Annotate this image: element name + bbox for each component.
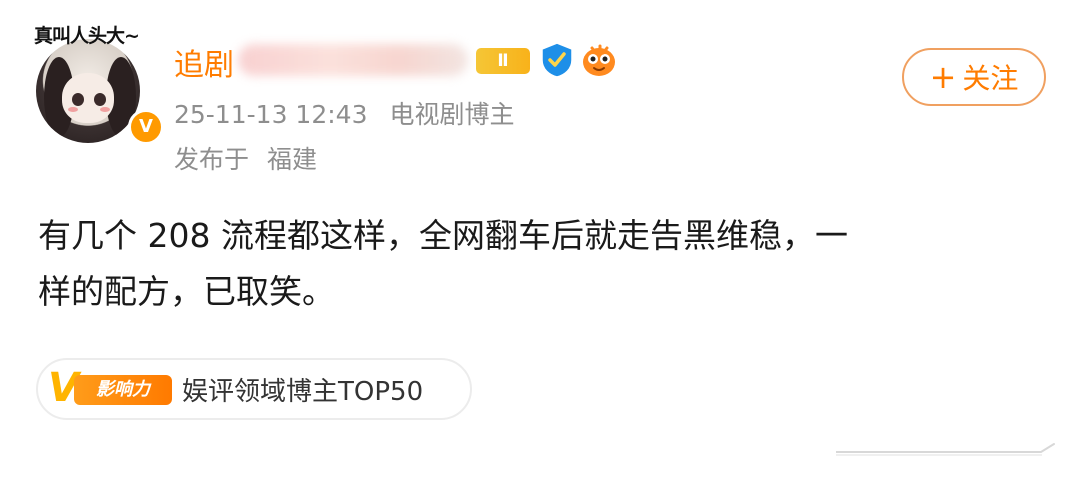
follow-label: 关注 [962, 62, 1019, 95]
verified-icon: V [128, 109, 164, 145]
influence-badge-chip[interactable]: V 影响力 娱评领域博主TOP50 [36, 358, 472, 420]
redacted-name-blur [238, 44, 468, 76]
watermark-line [836, 443, 1055, 456]
influence-badge: V 影响力 [48, 365, 172, 411]
avatar-eye [94, 93, 106, 106]
shield-icon[interactable] [540, 42, 574, 78]
avatar-face [62, 73, 114, 123]
post-meta: 25-11-13 12:43 电视剧博主 [174, 95, 528, 131]
avatar[interactable] [36, 39, 140, 143]
plus-icon: + [929, 58, 957, 96]
post-timestamp: 25-11-13 12:43 [174, 100, 368, 129]
level-badge[interactable]: Ⅱ [476, 48, 530, 74]
fish-icon[interactable] [580, 44, 618, 78]
avatar-eye [72, 93, 84, 106]
location-prefix: 发布于 [174, 145, 250, 174]
influence-rank-text: 娱评领域博主TOP50 [182, 376, 424, 407]
avatar-blush [100, 107, 110, 112]
author-name[interactable]: 追剧 [174, 40, 234, 84]
location-name: 福建 [266, 145, 317, 174]
follow-button[interactable]: + 关注 [902, 48, 1046, 106]
author-tag: 电视剧博主 [389, 100, 515, 129]
influence-label: 影响力 [74, 375, 172, 405]
author-avatar[interactable]: 真叫人头大~ V [30, 25, 164, 145]
post-text: 有几个 208 流程都这样，全网翻车后就走告黑维稳，一 样的配方，已取笑。 [38, 216, 848, 311]
post-location: 发布于 福建 [174, 140, 327, 176]
avatar-caption: 真叫人头大~ [34, 25, 140, 47]
avatar-blush [68, 107, 78, 112]
